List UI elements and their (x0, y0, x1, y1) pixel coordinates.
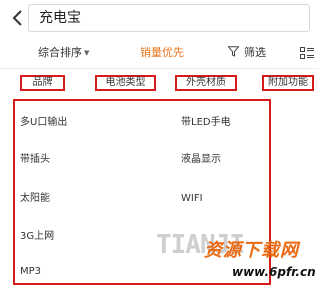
chip-battery-type[interactable]: 电池类型 (95, 75, 156, 91)
watermark-site-name: 资源下载网 (204, 240, 299, 261)
header-bar: 充电宝 (0, 0, 319, 36)
filter-funnel-icon (227, 46, 240, 57)
layout-grid-icon[interactable] (300, 47, 314, 59)
option-lcd-display[interactable]: 液晶显示 (181, 153, 221, 167)
chip-extra-function-label: 附加功能 (268, 77, 308, 88)
sort-comprehensive-button[interactable]: 综合排序 ▼ (38, 45, 89, 61)
option-led-torch[interactable]: 带LED手电 (181, 116, 231, 130)
sort-comprehensive-label: 综合排序 (38, 46, 82, 59)
watermark-url: www.6pfr.cn (232, 265, 316, 279)
option-mp3[interactable]: MP3 (20, 265, 41, 279)
option-with-plug[interactable]: 带插头 (20, 153, 50, 167)
option-multi-usb[interactable]: 多U口输出 (20, 116, 67, 130)
sort-sales-label: 销量优先 (140, 46, 184, 59)
filter-button[interactable]: 筛选 (227, 45, 266, 61)
search-input[interactable]: 充电宝 (28, 4, 310, 32)
option-solar[interactable]: 太阳能 (20, 192, 50, 206)
sort-sales-button[interactable]: 销量优先 (140, 45, 184, 61)
search-query-text: 充电宝 (39, 10, 81, 26)
chip-shell-material[interactable]: 外壳材质 (175, 75, 237, 91)
chip-extra-function[interactable]: 附加功能 (262, 75, 314, 91)
sort-bar: 综合排序 ▼ 销量优先 筛选 (0, 38, 319, 69)
chip-battery-type-label: 电池类型 (105, 77, 146, 88)
filter-label: 筛选 (244, 46, 266, 59)
chip-brand[interactable]: 品牌 (20, 75, 65, 91)
option-3g[interactable]: 3G上网 (20, 230, 54, 244)
option-wifi[interactable]: WIFI (181, 192, 203, 206)
back-chevron-icon[interactable] (10, 8, 26, 28)
chip-shell-material-label: 外壳材质 (186, 77, 226, 88)
dropdown-triangle-icon: ▼ (84, 49, 90, 57)
chip-brand-label: 品牌 (32, 77, 53, 88)
